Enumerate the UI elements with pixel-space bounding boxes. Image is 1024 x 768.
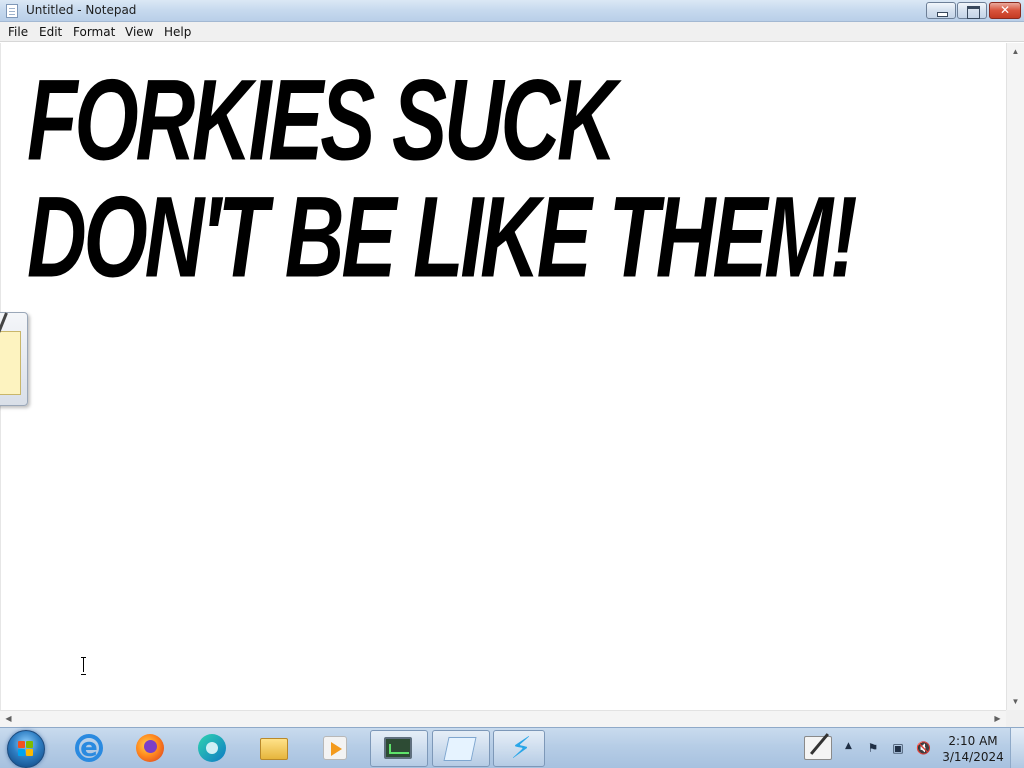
media-player-icon [323,736,347,760]
windows-logo-icon [18,741,34,757]
title-bar[interactable]: Untitled - Notepad [0,0,1024,22]
taskbar-firefox[interactable] [123,730,177,767]
taskbar-lightning-app[interactable] [493,730,545,767]
menu-file[interactable]: File [8,25,28,39]
scroll-left-icon[interactable]: ◀ [0,711,17,727]
close-button[interactable] [989,2,1021,19]
taskbar-edge[interactable] [185,730,239,767]
pen-input-icon[interactable] [804,736,832,760]
minimize-button[interactable] [926,2,956,19]
lightning-bolt-icon [507,731,535,766]
taskbar-file-explorer[interactable] [247,730,301,767]
editor-line-2: DON'T BE LIKE THEM! [27,171,858,302]
notepad-paper-icon [0,331,21,395]
firefox-icon [136,734,164,762]
menu-help[interactable]: Help [164,25,191,39]
taskbar-notepad[interactable] [432,730,490,767]
horizontal-scrollbar[interactable]: ◀ ▶ [0,710,1006,727]
text-cursor-icon [81,657,87,675]
clock-date: 3/14/2024 [942,750,1004,764]
window-title: Untitled - Notepad [26,3,137,17]
menu-format[interactable]: Format [73,25,115,39]
action-center-flag-icon[interactable]: ⚑ [866,741,880,755]
notepad-drag-icon[interactable] [0,312,28,406]
file-explorer-icon [260,738,288,760]
network-icon[interactable]: ▣ [891,741,905,755]
editor-line-1: FORKIES SUCK [27,54,617,185]
notepad-icon [443,737,477,761]
scroll-right-icon[interactable]: ▶ [989,711,1006,727]
notepad-icon [6,4,18,18]
volume-muted-icon[interactable]: 🔇 [916,741,931,755]
edge-icon [198,734,226,762]
show-hidden-icons-icon[interactable]: ▲ [845,741,852,751]
performance-monitor-icon [384,737,412,759]
taskbar: ▲ ⚑ ▣ 🔇 2:10 AM 3/14/2024 [0,727,1024,768]
start-button[interactable] [7,730,45,768]
restore-button[interactable] [957,2,987,19]
internet-explorer-icon [75,733,103,763]
taskbar-media-player[interactable] [308,730,362,767]
taskbar-performance-monitor[interactable] [370,730,428,767]
vertical-scrollbar[interactable]: ▲ ▼ [1006,43,1024,710]
taskbar-internet-explorer[interactable] [62,730,116,767]
show-desktop-button[interactable] [1010,728,1024,768]
menu-bar: File Edit Format View Help [0,22,1024,42]
system-clock[interactable]: 2:10 AM 3/14/2024 [940,733,1006,765]
scroll-up-icon[interactable]: ▲ [1007,43,1024,60]
menu-view[interactable]: View [125,25,153,39]
clock-time: 2:10 AM [948,734,998,748]
menu-edit[interactable]: Edit [39,25,62,39]
text-editor-area[interactable]: FORKIES SUCK DON'T BE LIKE THEM! [0,43,1006,710]
scrollbar-corner [1006,710,1024,727]
scroll-down-icon[interactable]: ▼ [1007,693,1024,710]
